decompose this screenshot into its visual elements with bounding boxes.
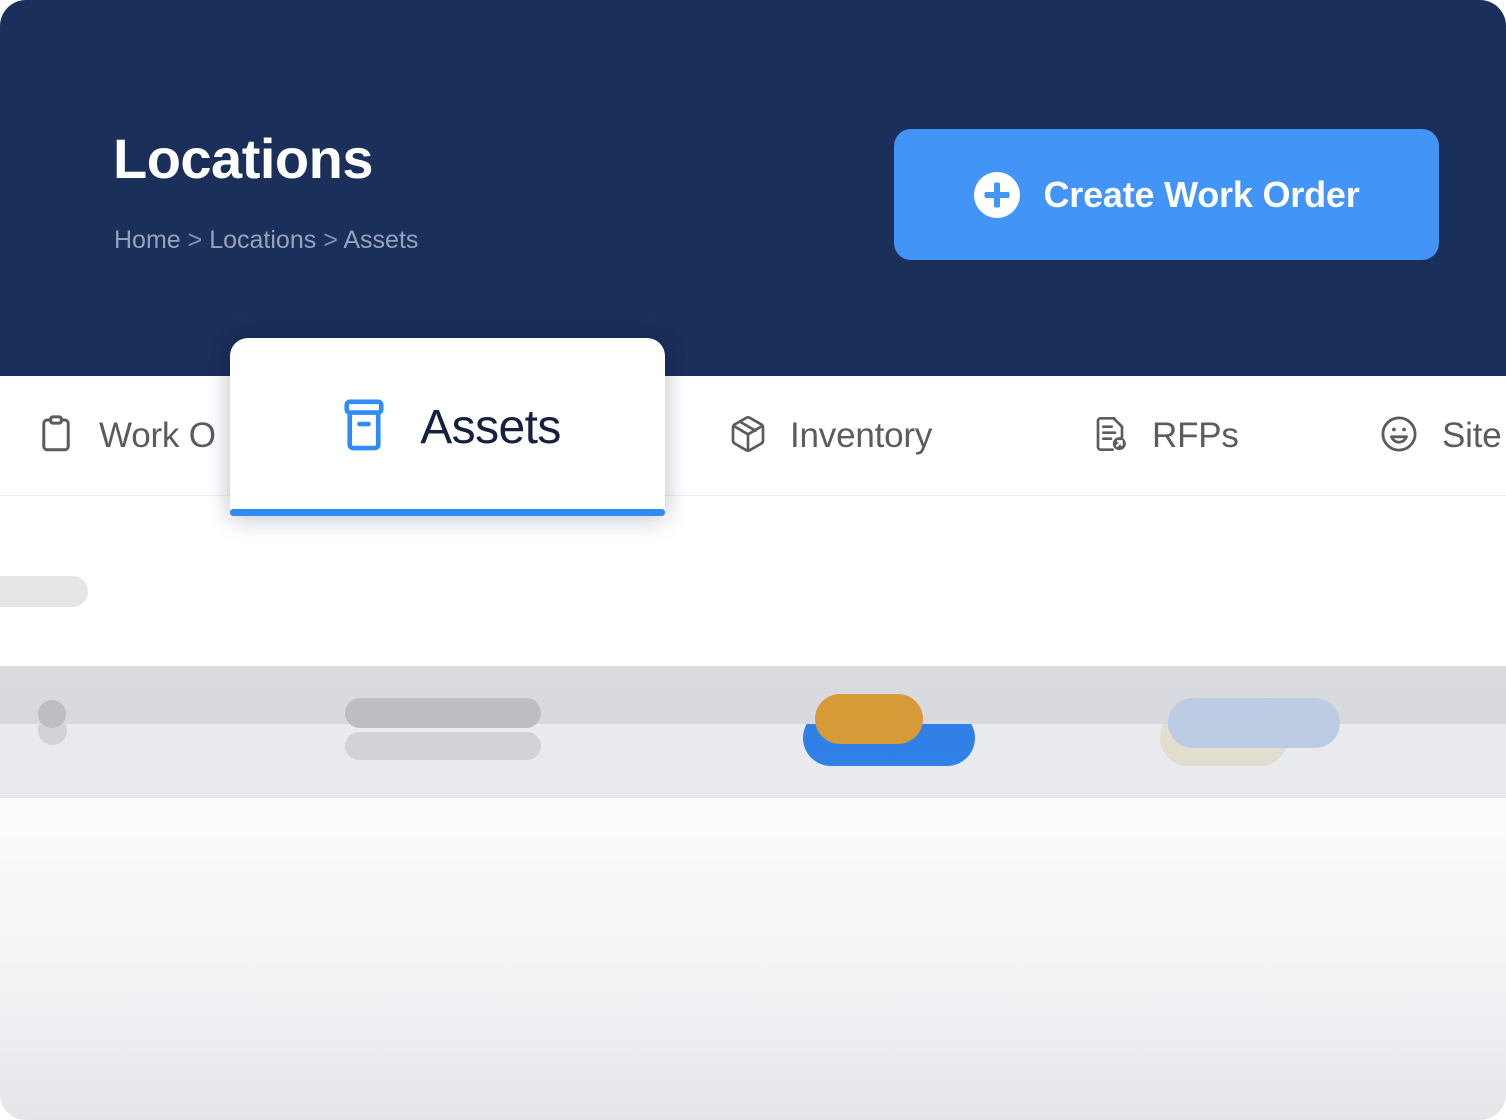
clipboard-icon bbox=[35, 413, 77, 460]
package-box-icon bbox=[728, 414, 768, 459]
archive-box-icon bbox=[334, 395, 394, 460]
create-work-order-button[interactable]: Create Work Order bbox=[894, 129, 1439, 260]
tab-sites-label: Site bbox=[1442, 416, 1502, 456]
smiley-face-icon bbox=[1378, 413, 1420, 460]
tab-bar: Work O Inventory bbox=[0, 376, 1506, 496]
table-row[interactable] bbox=[0, 666, 1506, 724]
tab-active-indicator bbox=[230, 509, 665, 516]
text-placeholder bbox=[345, 732, 541, 760]
tab-rfps[interactable]: RFPs bbox=[1090, 376, 1239, 496]
tab-sites[interactable]: Site bbox=[1378, 376, 1502, 496]
tab-assets[interactable]: Assets bbox=[230, 338, 665, 516]
tab-inventory-label: Inventory bbox=[790, 416, 932, 456]
plus-circle-icon bbox=[973, 171, 1021, 219]
breadcrumb: Home > Locations > Assets bbox=[114, 226, 418, 255]
tab-inventory[interactable]: Inventory bbox=[728, 376, 932, 496]
asset-table bbox=[0, 666, 1506, 1120]
page-title: Locations bbox=[113, 131, 373, 187]
breadcrumb-item-assets[interactable]: Assets bbox=[343, 226, 418, 254]
tab-work-orders[interactable]: Work O bbox=[35, 376, 216, 496]
content-toolbar bbox=[0, 496, 1506, 666]
tab-rfps-label: RFPs bbox=[1152, 416, 1239, 456]
breadcrumb-separator: > bbox=[323, 226, 338, 254]
text-placeholder bbox=[345, 698, 541, 728]
create-work-order-label: Create Work Order bbox=[1043, 174, 1359, 216]
avatar-placeholder bbox=[38, 700, 66, 728]
status-badge-info[interactable] bbox=[1168, 698, 1340, 748]
breadcrumb-separator: > bbox=[188, 226, 203, 254]
app-window: Locations Home > Locations > Assets Crea… bbox=[0, 0, 1506, 1120]
breadcrumb-item-locations[interactable]: Locations bbox=[209, 226, 316, 254]
breadcrumb-item-home[interactable]: Home bbox=[114, 226, 181, 254]
tab-assets-label: Assets bbox=[420, 400, 560, 455]
document-request-icon bbox=[1090, 414, 1130, 459]
status-badge-warning[interactable] bbox=[815, 694, 923, 744]
page-header: Locations Home > Locations > Assets Crea… bbox=[0, 0, 1506, 376]
tab-work-orders-label: Work O bbox=[99, 416, 216, 456]
toolbar-placeholder bbox=[0, 576, 88, 607]
